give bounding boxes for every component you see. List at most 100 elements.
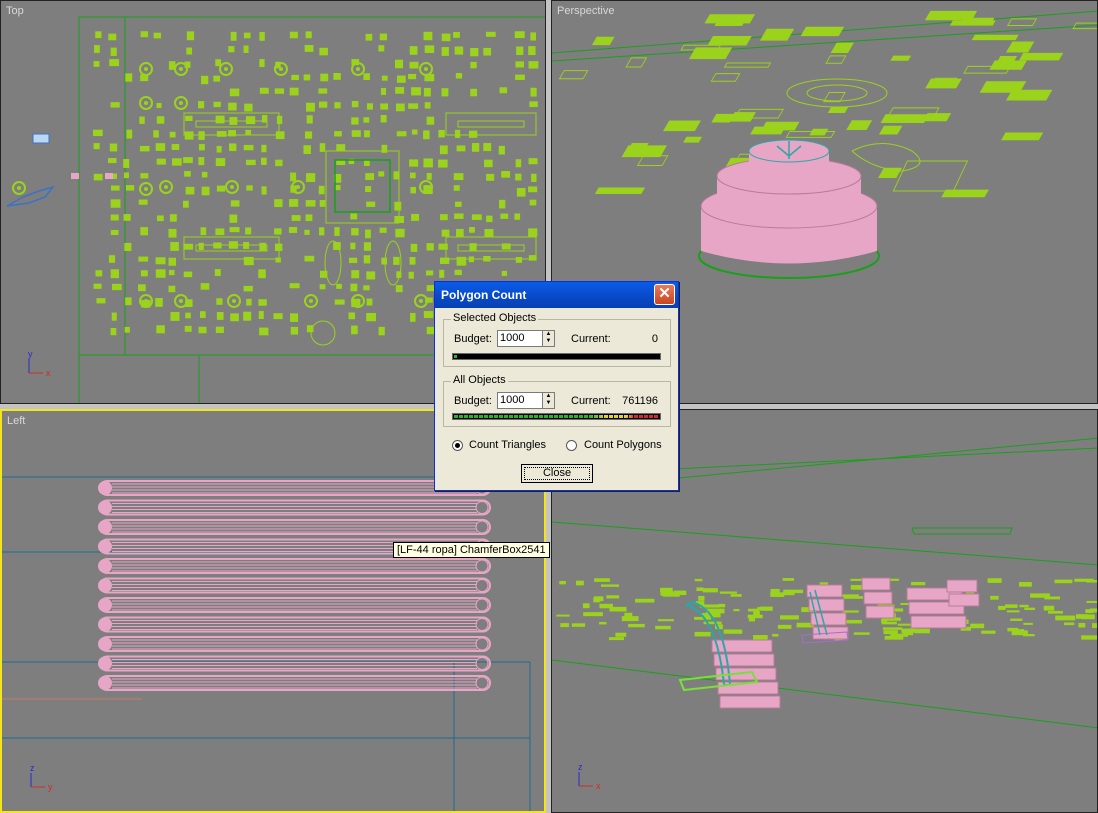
- pad: [93, 129, 103, 137]
- viewport-label-perspective[interactable]: Perspective: [557, 5, 614, 17]
- pad: [915, 628, 930, 634]
- pad: [320, 73, 329, 82]
- pad: [306, 115, 313, 124]
- all-budget-value[interactable]: 1000: [500, 394, 524, 406]
- polygon-count-dialog: Polygon Count ✕ Selected Objects Budget:…: [434, 281, 679, 491]
- pad-outline: [892, 160, 969, 192]
- pad: [395, 87, 405, 94]
- pad: [365, 186, 372, 193]
- selected-budget-spinner[interactable]: 1000 ▲ ▼: [497, 330, 555, 347]
- pad: [698, 595, 705, 601]
- pad: [688, 47, 733, 60]
- pad: [126, 129, 133, 139]
- spinner-arrows-icon[interactable]: ▲ ▼: [542, 393, 554, 408]
- count-polygons-radio[interactable]: [566, 440, 577, 451]
- pad: [772, 633, 779, 637]
- close-icon[interactable]: ✕: [654, 284, 675, 305]
- pad: [411, 129, 418, 135]
- pad: [258, 299, 267, 306]
- pad: [439, 269, 445, 278]
- pad: [378, 171, 385, 177]
- pad: [529, 101, 538, 108]
- pad: [1005, 41, 1035, 53]
- pad: [140, 31, 149, 38]
- connector: [445, 236, 537, 260]
- pad: [593, 597, 601, 603]
- pad: [213, 75, 221, 82]
- pad: [560, 623, 569, 628]
- pad: [528, 186, 538, 193]
- pad: [304, 229, 310, 235]
- pad: [351, 228, 359, 236]
- pad: [213, 101, 221, 108]
- pad: [426, 326, 435, 335]
- pad: [594, 187, 646, 194]
- pad: [683, 136, 703, 143]
- count-triangles-label[interactable]: Count Triangles: [469, 439, 546, 451]
- chamferbox-cap: [475, 579, 489, 592]
- pad: [425, 270, 434, 276]
- pad: [558, 70, 589, 80]
- spinner-arrows-icon[interactable]: ▲ ▼: [542, 331, 554, 346]
- round-part-center: [232, 299, 236, 303]
- round-part-center: [279, 67, 283, 71]
- pad: [516, 187, 526, 197]
- viewport-label-top[interactable]: Top: [6, 5, 24, 17]
- pad: [230, 200, 240, 207]
- pad: [366, 298, 373, 306]
- count-triangles-radio[interactable]: [452, 440, 463, 451]
- pad: [274, 199, 283, 208]
- pad: [453, 185, 460, 191]
- pad: [780, 615, 799, 620]
- pad: [900, 602, 909, 605]
- chamferbox-cap: [475, 559, 489, 573]
- round-part: [806, 84, 868, 102]
- pad: [486, 215, 493, 223]
- pad: [423, 311, 434, 319]
- pad: [615, 632, 627, 637]
- pad: [228, 143, 237, 152]
- pad: [1006, 18, 1038, 27]
- pad: [289, 283, 300, 289]
- pad: [1019, 604, 1029, 608]
- all-current-label: Current:: [571, 395, 611, 407]
- pad: [93, 283, 102, 289]
- selected-budget-value[interactable]: 1000: [500, 332, 524, 344]
- pad: [970, 623, 985, 629]
- pad: [748, 617, 756, 622]
- pad: [468, 130, 478, 138]
- viewport-label-left[interactable]: Left: [7, 415, 25, 427]
- pad: [156, 102, 162, 109]
- all-budget-spinner[interactable]: 1000 ▲ ▼: [497, 392, 555, 409]
- pink-stack-block: [863, 591, 893, 605]
- pad: [1078, 622, 1086, 628]
- pad: [655, 625, 671, 630]
- pink-stack-block: [946, 579, 978, 593]
- pad: [514, 213, 521, 220]
- pad: [777, 624, 792, 629]
- pad: [245, 159, 256, 166]
- pad: [229, 227, 240, 233]
- pad: [201, 186, 210, 196]
- pad: [183, 243, 194, 250]
- pad: [123, 214, 131, 221]
- pad: [878, 125, 903, 135]
- pad: [853, 632, 870, 635]
- pad: [138, 256, 149, 262]
- close-button[interactable]: Close: [521, 464, 593, 483]
- pink-stack-block: [910, 615, 967, 629]
- dialog-title-bar[interactable]: Polygon Count ✕: [435, 282, 678, 308]
- chamferbox-cap: [98, 539, 112, 554]
- pad: [259, 87, 269, 94]
- axis-tripod-top: yx: [28, 349, 51, 378]
- pad: [156, 158, 166, 165]
- chamferbox-cap: [98, 500, 112, 515]
- pad: [884, 635, 904, 640]
- pad: [827, 106, 849, 114]
- count-polygons-label[interactable]: Count Polygons: [584, 439, 662, 451]
- pad: [200, 227, 207, 236]
- pad: [1005, 89, 1053, 101]
- pad: [186, 47, 193, 55]
- pad: [363, 117, 370, 123]
- pad: [989, 60, 1027, 70]
